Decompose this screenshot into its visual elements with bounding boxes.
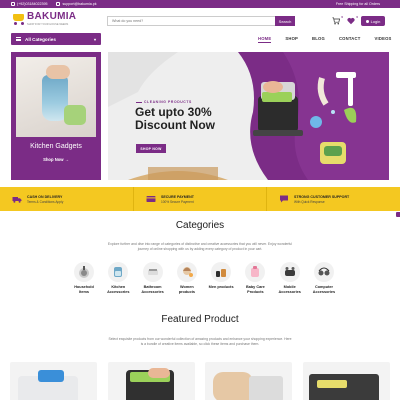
chevron-down-icon: ▾ [93, 36, 96, 42]
feature-title: CASH ON DELIVERY [27, 194, 63, 199]
men-icon [216, 269, 227, 277]
cart-icon [331, 17, 340, 25]
card-shop-link[interactable]: Shop Now → [11, 157, 101, 162]
top-bar: (+92)03184022395 support@bakumia.pk Free… [0, 0, 400, 8]
cart-count: 0 [341, 14, 343, 19]
kitchen-gadget-image [16, 57, 96, 137]
feature-customer-support: STRONG CUSTOMER SUPPORT With Quick Respo… [266, 187, 399, 211]
categories-list: Household Items Kitchen Accessories Bath… [69, 262, 339, 294]
wishlist-count: 0 [356, 14, 358, 19]
phone-icon [11, 2, 15, 6]
category-women[interactable]: Women products [172, 262, 202, 294]
login-label: Login [370, 18, 381, 24]
card-icon [146, 196, 156, 202]
feature-title: STRONG CUSTOMER SUPPORT [294, 194, 350, 199]
hero-shop-now-button[interactable]: SHOP NOW [136, 144, 166, 153]
product-card[interactable] [107, 362, 195, 400]
cart-logo-icon [11, 12, 25, 25]
nav-home[interactable]: HOME [258, 36, 272, 43]
feature-cash-on-delivery: CASH ON DELIVERY Terms & Conditions Appl… [0, 187, 133, 211]
support-icon [280, 195, 288, 203]
hero-headline: Get upto 30% Discount Now [135, 105, 215, 132]
category-label: Baby Care Products [246, 285, 265, 294]
category-household[interactable]: Household Items [69, 262, 99, 294]
product-card[interactable] [205, 362, 293, 400]
category-label: Computer Accessories [312, 285, 336, 294]
category-label: Mobile Accessories [278, 285, 301, 294]
feature-subtitle: 100% Secure Payment [161, 199, 194, 204]
category-label: Household Items [74, 285, 94, 294]
product-card[interactable] [302, 362, 390, 400]
nav-blog[interactable]: BLOG [312, 36, 325, 43]
main-nav: HOME SHOP BLOG CONTACT VIDEOS [258, 36, 392, 43]
featured-description: Select exquisite products from our wonde… [108, 337, 292, 347]
featured-title: Featured Product [161, 314, 239, 325]
truck-icon [12, 197, 22, 203]
card-title: Kitchen Gadgets [30, 143, 82, 150]
wishlist-button[interactable]: 0 [346, 14, 358, 26]
header: BAKUMIA SHOP FOR YOUR HOUSE NEEDS Search… [0, 8, 400, 33]
women-icon [182, 267, 193, 277]
category-baby-care[interactable]: Baby Care Products [240, 262, 270, 294]
mobile-icon [284, 267, 295, 276]
logo-text: BAKUMIA [27, 11, 77, 22]
phone-number: (+92)03184022395 [17, 2, 48, 6]
search-bar: Search [107, 16, 295, 26]
features-strip: CASH ON DELIVERY Terms & Conditions Appl… [0, 187, 400, 211]
cart-button[interactable]: 0 [331, 14, 343, 26]
category-mobile[interactable]: Mobile Accessories [275, 262, 305, 294]
category-label: Bathroom Accessories [141, 285, 164, 294]
heart-icon [346, 17, 355, 25]
computer-icon [318, 267, 330, 276]
feature-subtitle: With Quick Response [294, 199, 325, 204]
category-kitchen[interactable]: Kitchen Accessories [103, 262, 133, 294]
category-computer[interactable]: Computer Accessories [309, 262, 339, 294]
nav-shop[interactable]: SHOP [285, 36, 298, 43]
category-label: Women products [178, 285, 195, 294]
nav-videos[interactable]: VIDEOS [375, 36, 392, 43]
hero-banner: CLEANING PRODUCTS Get upto 30% Discount … [108, 52, 389, 180]
promo-text: Free Shipping for all Orders [335, 2, 380, 6]
categories-title: Categories [175, 220, 225, 231]
feature-title: SECURE PAYMENT [161, 194, 194, 199]
nav-contact[interactable]: CONTACT [339, 36, 361, 43]
search-input[interactable] [107, 16, 275, 26]
nav-row: All Categories ▾ HOME SHOP BLOG CONTACT … [0, 33, 400, 48]
menu-icon [16, 37, 21, 41]
bathroom-icon [147, 269, 158, 275]
baby-icon [251, 266, 260, 277]
household-icon [79, 266, 89, 278]
header-actions: 0 0 Login [331, 14, 385, 26]
user-icon [365, 19, 369, 23]
phone-contact[interactable]: (+92)03184022395 [11, 2, 47, 6]
kitchen-icon [114, 267, 123, 277]
all-categories-button[interactable]: All Categories ▾ [11, 33, 101, 45]
categories-description: Explore further and dive into range of c… [107, 242, 293, 252]
email-address: support@bakumia.pk [62, 2, 97, 6]
featured-products [10, 362, 390, 400]
feature-secure-payment: SECURE PAYMENT 100% Secure Payment [133, 187, 266, 211]
product-card[interactable] [10, 362, 97, 400]
hero-eyebrow: CLEANING PRODUCTS [136, 100, 192, 104]
feature-subtitle: Terms & Conditions Apply [27, 199, 64, 204]
kitchen-gadgets-card[interactable]: Kitchen Gadgets Shop Now → [11, 52, 101, 180]
category-label: Kitchen Accessories [107, 285, 130, 294]
category-bathroom[interactable]: Bathroom Accessories [138, 262, 168, 294]
search-button[interactable]: Search [275, 16, 295, 26]
logo[interactable]: BAKUMIA SHOP FOR YOUR HOUSE NEEDS [11, 12, 76, 26]
mail-icon [56, 2, 61, 6]
category-men[interactable]: Men products [206, 262, 236, 294]
logo-tagline: SHOP FOR YOUR HOUSE NEEDS [27, 23, 69, 26]
email-contact[interactable]: support@bakumia.pk [56, 2, 97, 6]
login-button[interactable]: Login [361, 16, 385, 26]
side-tab[interactable] [396, 212, 400, 217]
all-categories-label: All Categories [25, 36, 56, 42]
category-label: Men products [208, 285, 234, 289]
